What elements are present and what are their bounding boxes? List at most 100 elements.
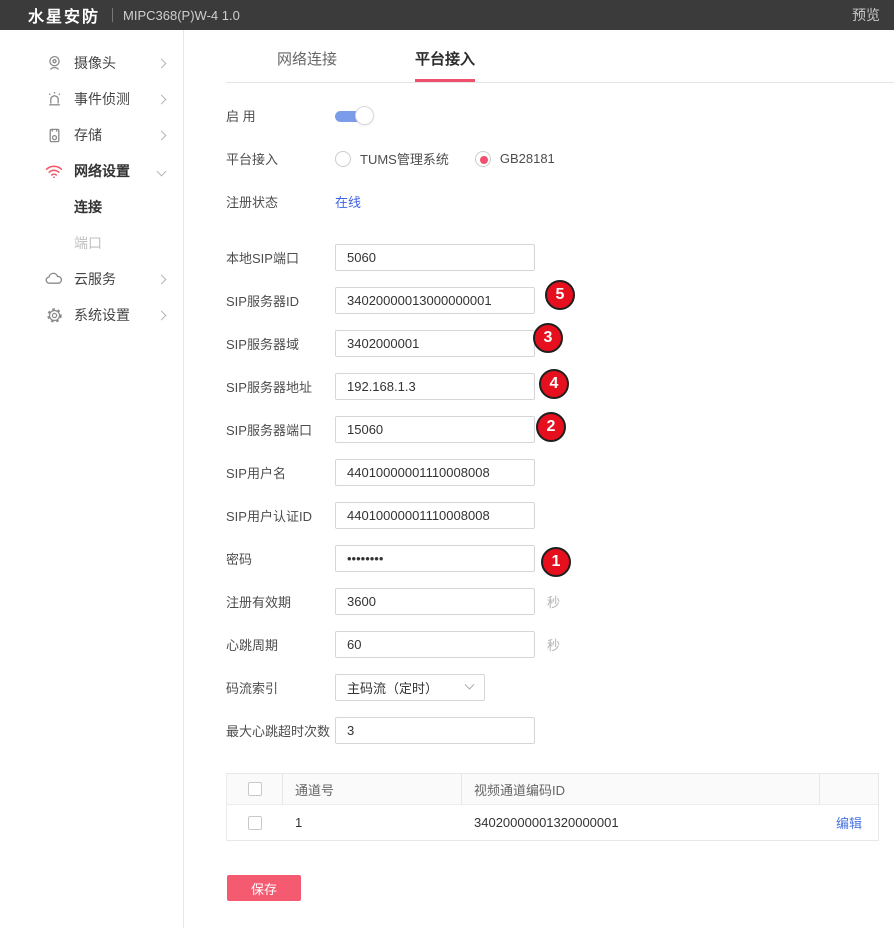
form-row-platform: 平台接入 TUMS管理系统 GB28181 xyxy=(226,145,894,172)
sidebar-item-network-settings[interactable]: 网络设置 xyxy=(0,153,183,189)
tab-bar: 网络连接 平台接入 xyxy=(226,30,894,83)
register-validity-input[interactable] xyxy=(335,588,535,615)
save-button[interactable]: 保存 xyxy=(227,875,301,901)
local-sip-port-input[interactable] xyxy=(335,244,535,271)
form-row-reg-status: 注册状态 在线 xyxy=(226,188,894,215)
sidebar-item-label: 摄像头 xyxy=(74,53,116,73)
radio-tums-label: TUMS管理系统 xyxy=(360,149,449,168)
sidebar: 摄像头 事件侦测 存储 xyxy=(0,30,184,928)
enable-toggle[interactable] xyxy=(335,106,375,126)
sidebar-item-storage[interactable]: 存储 xyxy=(0,117,183,153)
sip-server-id-input[interactable] xyxy=(335,287,535,314)
row-checkbox[interactable] xyxy=(248,816,262,830)
chevron-right-icon xyxy=(157,94,167,104)
sidebar-item-label: 系统设置 xyxy=(74,305,130,325)
annotation-badge-1: 1 xyxy=(541,547,571,577)
chevron-right-icon xyxy=(157,130,167,140)
field-label: 心跳周期 xyxy=(226,635,335,654)
enable-label: 启 用 xyxy=(226,106,335,125)
seconds-suffix: 秒 xyxy=(547,592,560,611)
brand-logo: 水星安防 xyxy=(28,3,100,27)
radio-circle-icon xyxy=(335,151,351,167)
password-input[interactable] xyxy=(335,545,535,572)
tab-platform-access[interactable]: 平台接入 xyxy=(415,48,475,82)
header-encode-id: 视频通道编码ID xyxy=(462,774,820,804)
field-label: SIP服务器ID xyxy=(226,291,335,310)
sip-server-address-input[interactable] xyxy=(335,373,535,400)
preview-link[interactable]: 预览 xyxy=(852,5,880,25)
sidebar-item-event-detection[interactable]: 事件侦测 xyxy=(0,81,183,117)
annotation-badge-4: 4 xyxy=(539,369,569,399)
reg-status-value: 在线 xyxy=(335,192,361,211)
radio-circle-icon xyxy=(475,151,491,167)
camera-icon xyxy=(44,53,64,73)
device-model: MIPC368(P)W-4 1.0 xyxy=(123,8,240,23)
field-label: SIP服务器域 xyxy=(226,334,335,353)
chevron-right-icon xyxy=(157,274,167,284)
header-checkbox-cell xyxy=(227,774,283,804)
edit-link[interactable]: 编辑 xyxy=(836,813,862,832)
form-row-sip-auth-id: SIP用户认证ID xyxy=(226,502,894,529)
field-label: SIP服务器地址 xyxy=(226,377,335,396)
field-label: 本地SIP端口 xyxy=(226,248,335,267)
form-row-sip-server-port: SIP服务器端口 2 xyxy=(226,416,894,443)
table-header-row: 通道号 视频通道编码ID xyxy=(227,774,878,804)
form-row-password: 密码 1 xyxy=(226,545,894,572)
toggle-knob xyxy=(355,106,374,125)
stream-index-value: 主码流（定时） xyxy=(347,678,438,697)
field-label: 最大心跳超时次数 xyxy=(226,721,335,740)
form-row-sip-username: SIP用户名 xyxy=(226,459,894,486)
form-row-enable: 启 用 xyxy=(226,102,894,129)
main-panel: 网络连接 平台接入 启 用 平台接入 TUMS管理系统 xyxy=(184,30,894,928)
form-row-heartbeat-period: 心跳周期 秒 xyxy=(226,631,894,658)
radio-gb28181-label: GB28181 xyxy=(500,151,555,166)
form-row-sip-server-id: SIP服务器ID 5 xyxy=(226,287,894,314)
tab-network-connection[interactable]: 网络连接 xyxy=(277,48,337,82)
sidebar-subitem-connection[interactable]: 连接 xyxy=(0,189,183,225)
annotation-badge-2: 2 xyxy=(536,412,566,442)
annotation-badge-5: 5 xyxy=(545,280,575,310)
row-action-cell: 编辑 xyxy=(820,805,878,840)
gear-icon xyxy=(44,305,64,325)
stream-index-select[interactable]: 主码流（定时） xyxy=(335,674,485,701)
form-row-local-sip-port: 本地SIP端口 xyxy=(226,244,894,271)
channel-table: 通道号 视频通道编码ID 1 34020000001320000001 编辑 xyxy=(226,773,879,841)
field-label: 注册有效期 xyxy=(226,592,335,611)
sip-server-port-input[interactable] xyxy=(335,416,535,443)
header-channel: 通道号 xyxy=(283,774,462,804)
chevron-right-icon xyxy=(157,310,167,320)
sidebar-item-system-settings[interactable]: 系统设置 xyxy=(0,297,183,333)
form-row-sip-server-address: SIP服务器地址 4 xyxy=(226,373,894,400)
wifi-icon xyxy=(44,161,64,181)
sip-auth-id-input[interactable] xyxy=(335,502,535,529)
field-label: 码流索引 xyxy=(226,678,335,697)
sip-username-input[interactable] xyxy=(335,459,535,486)
row-encode-id: 34020000001320000001 xyxy=(462,805,820,840)
platform-access-form: 启 用 平台接入 TUMS管理系统 GB28181 xyxy=(184,83,894,901)
seconds-suffix: 秒 xyxy=(547,635,560,654)
heartbeat-period-input[interactable] xyxy=(335,631,535,658)
select-all-checkbox[interactable] xyxy=(248,782,262,796)
header-action-cell xyxy=(820,774,878,804)
alarm-icon xyxy=(44,89,64,109)
sidebar-subitem-port[interactable]: 端口 xyxy=(0,225,183,261)
field-label: 密码 xyxy=(226,549,335,568)
sidebar-item-label: 网络设置 xyxy=(74,161,130,181)
chevron-down-icon xyxy=(157,166,167,176)
row-channel: 1 xyxy=(283,805,462,840)
sidebar-subitem-label: 端口 xyxy=(74,233,102,253)
sidebar-item-camera[interactable]: 摄像头 xyxy=(0,45,183,81)
sidebar-item-label: 事件侦测 xyxy=(74,89,130,109)
platform-label: 平台接入 xyxy=(226,149,335,168)
max-heartbeat-timeout-input[interactable] xyxy=(335,717,535,744)
form-row-sip-server-domain: SIP服务器域 3 xyxy=(226,330,894,357)
radio-gb28181[interactable]: GB28181 xyxy=(475,151,555,167)
row-checkbox-cell xyxy=(227,805,283,840)
sidebar-item-cloud-service[interactable]: 云服务 xyxy=(0,261,183,297)
cloud-icon xyxy=(44,269,64,289)
sidebar-item-label: 云服务 xyxy=(74,269,116,289)
annotation-badge-3: 3 xyxy=(533,323,563,353)
form-row-stream-index: 码流索引 主码流（定时） xyxy=(226,674,894,701)
radio-tums[interactable]: TUMS管理系统 xyxy=(335,149,449,168)
sip-server-domain-input[interactable] xyxy=(335,330,535,357)
